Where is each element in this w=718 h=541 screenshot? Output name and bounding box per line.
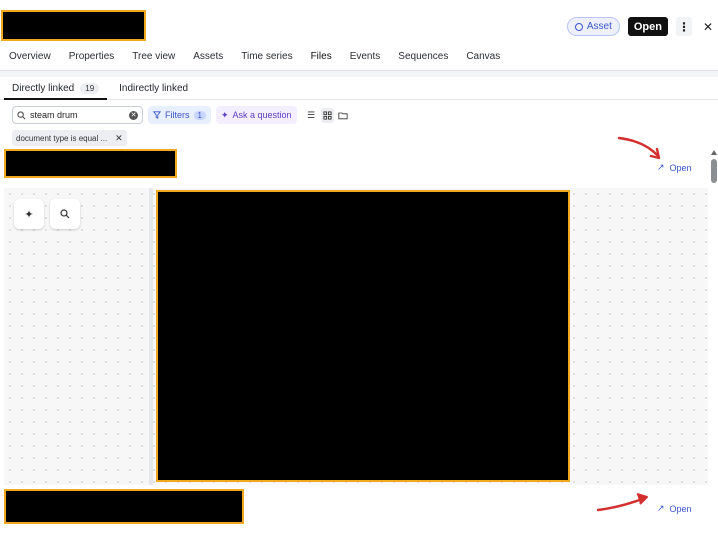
subtab-directly-linked[interactable]: Directly linked 19: [0, 77, 108, 100]
count-badge: 19: [80, 82, 100, 94]
open-file-label: Open: [669, 503, 692, 514]
files-toolbar: steam drum ✕ Filters 1 ✦ Ask a question …: [12, 106, 350, 124]
clear-search-icon[interactable]: ✕: [129, 110, 138, 120]
ask-question-button[interactable]: ✦ Ask a question: [215, 106, 297, 124]
arrow-up-right-icon: ↗: [657, 503, 665, 513]
subtab-directly-linked-label: Directly linked: [12, 82, 75, 94]
preview-ruler: [149, 188, 153, 485]
open-button[interactable]: Open: [627, 17, 668, 36]
top-bar: Asset Open ⋮ ✕: [0, 0, 718, 46]
filter-icon: [153, 111, 161, 119]
redacted-title: [1, 10, 146, 41]
scroll-up-icon[interactable]: [711, 150, 717, 155]
search-icon: [17, 110, 26, 119]
remove-filter-icon[interactable]: ✕: [115, 133, 123, 144]
filters-label: Filters: [165, 110, 190, 120]
link-subtabs: Directly linked 19 Indirectly linked: [0, 77, 718, 100]
redacted-file-name: [4, 489, 244, 524]
tab-events[interactable]: Events: [341, 46, 390, 70]
tab-sequences[interactable]: Sequences: [389, 46, 457, 70]
redacted-document-preview: [156, 190, 570, 482]
folder-view-icon[interactable]: [337, 108, 350, 123]
tab-files[interactable]: Files: [302, 46, 341, 73]
asset-icon: [574, 22, 583, 31]
asset-chip[interactable]: Asset: [566, 17, 620, 36]
subtab-indirectly-linked-label: Indirectly linked: [119, 82, 189, 94]
annotation-arrow: [596, 493, 648, 512]
tab-time-series[interactable]: Time series: [232, 46, 301, 70]
scroll-thumb[interactable]: [711, 159, 717, 183]
filters-button[interactable]: Filters 1: [148, 106, 211, 124]
tab-assets[interactable]: Assets: [184, 46, 232, 70]
filters-count-badge: 1: [193, 110, 206, 120]
ai-sparkle-button[interactable]: ✦: [14, 199, 44, 229]
more-vertical-icon[interactable]: ⋮: [676, 17, 692, 36]
grid-view-icon[interactable]: [320, 107, 334, 123]
annotation-arrow: [617, 136, 661, 160]
redacted-file-name: [4, 149, 177, 178]
preview-search-button[interactable]: [50, 199, 80, 229]
search-value: steam drum: [30, 110, 78, 120]
ask-question-label: Ask a question: [232, 110, 292, 120]
detail-tabs: Overview Properties Tree view Assets Tim…: [0, 46, 718, 73]
search-input[interactable]: steam drum ✕: [12, 106, 143, 124]
asset-label: Asset: [586, 21, 612, 32]
view-switcher: ☰: [305, 107, 350, 123]
list-view-icon[interactable]: ☰: [305, 108, 318, 123]
open-file-label: Open: [669, 162, 692, 173]
search-icon: [60, 209, 70, 219]
filter-chip-label: document type is equal ...: [16, 133, 108, 143]
open-file-link[interactable]: ↗ Open: [657, 503, 692, 514]
tab-canvas[interactable]: Canvas: [457, 46, 509, 70]
subtab-indirectly-linked[interactable]: Indirectly linked: [107, 77, 196, 99]
scrollbar[interactable]: [711, 150, 717, 187]
active-filter-chip[interactable]: document type is equal ... ✕: [12, 130, 127, 146]
header-actions: Asset Open ⋮ ✕: [566, 17, 718, 36]
sparkle-icon: ✦: [220, 109, 229, 120]
tab-overview[interactable]: Overview: [0, 46, 60, 70]
tab-tree-view[interactable]: Tree view: [123, 46, 184, 70]
tab-properties[interactable]: Properties: [60, 46, 124, 70]
close-icon[interactable]: ✕: [700, 17, 716, 36]
